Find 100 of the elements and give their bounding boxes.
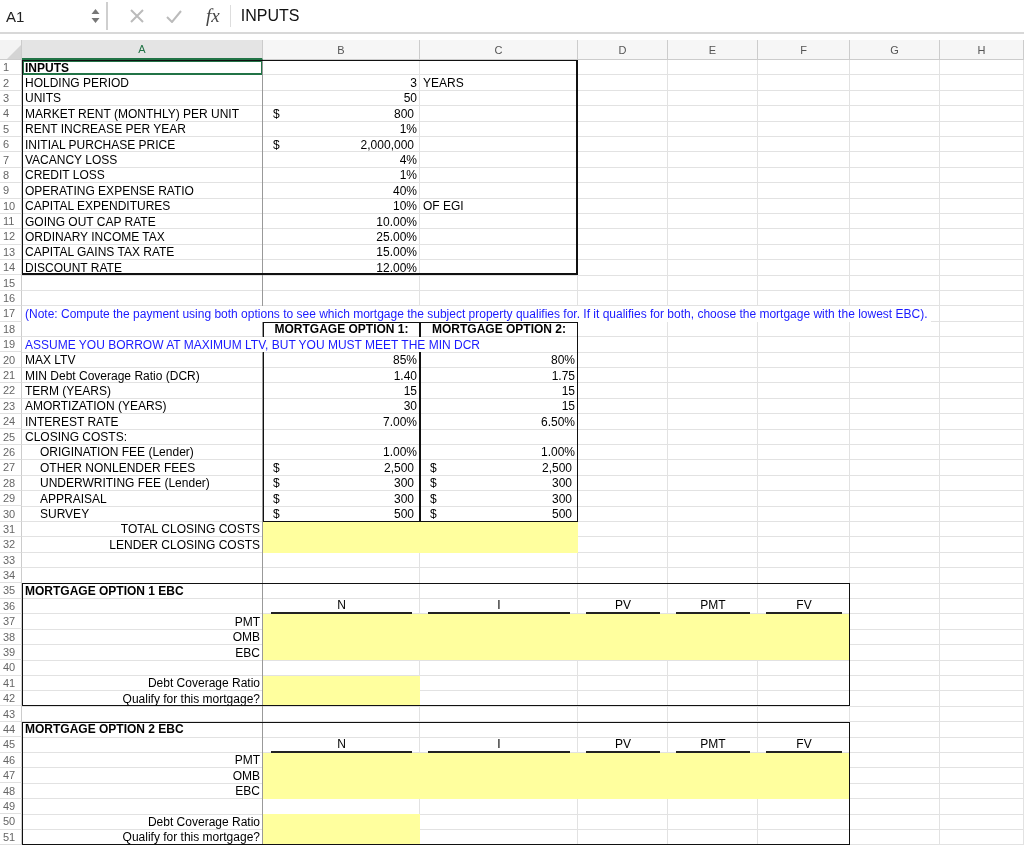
column-header[interactable]: H [940,40,1024,60]
row-number[interactable]: 27 [0,460,22,476]
cell-text: MIN Debt Coverage Ratio (DCR) [24,367,201,384]
currency-symbol: $ [430,508,437,520]
cell-text: CLOSING COSTS: [24,429,129,445]
cell-text: VACANCY LOSS [24,152,119,168]
row-number[interactable]: 15 [0,275,22,291]
note-text: (Note: Compute the payment using both options to see which mortgage the subject property qualifies for. If it qualifies for both, choose the mortgage with the lowest EBC). [22,306,931,322]
cell-value: 15 [560,398,576,414]
cell-text: OF EGI [422,198,465,214]
column-heading: N [271,737,412,753]
row-number[interactable]: 7 [0,152,22,168]
cell-text: MARKET RENT (MONTHLY) PER UNIT [24,106,240,122]
row-number[interactable]: 2 [0,75,22,91]
row-number[interactable]: 20 [0,352,22,368]
cell-value: 15 [402,383,418,399]
row-label: Debt Coverage Ratio [146,814,261,830]
note-text: ASSUME YOU BORROW AT MAXIMUM LTV, BUT YOU MUST MEET THE MIN DCR [22,337,483,353]
cell-value: 40% [391,183,418,199]
row-number[interactable]: 32 [0,537,22,553]
cell-text: UNITS [24,90,62,107]
column-header[interactable]: E [668,40,758,60]
column-heading: PV [586,737,660,753]
row-number[interactable]: 9 [0,183,22,199]
column-header[interactable]: F [758,40,850,60]
cell-text: INITIAL PURCHASE PRICE [24,136,177,153]
row-number[interactable]: 42 [0,691,22,707]
row-label: EBC [234,644,261,661]
formula-field[interactable]: INPUTS [240,7,300,25]
confirm-icon[interactable] [166,9,182,23]
column-header[interactable]: D [578,40,668,60]
column-heading: FV [766,598,842,615]
column-header[interactable]: A [22,40,263,60]
row-number[interactable]: 1 [0,60,22,76]
cell-text: UNDERWRITING FEE (Lender) [39,475,211,491]
currency-symbol: $ [430,461,437,474]
currency-symbol: $ [430,492,437,505]
row-label: OMB [231,767,261,784]
cell-value: 1.00% [381,444,418,461]
cell-text: CAPITAL GAINS TAX RATE [24,244,176,261]
row-number[interactable]: 37 [0,614,22,630]
row-number[interactable]: 50 [0,814,22,830]
row-number[interactable]: 35 [0,583,22,599]
cell-value: 7.00% [381,414,418,430]
column-header[interactable]: C [420,40,578,60]
currency-symbol: $ [273,461,280,474]
cell-text: YEARS [422,75,465,91]
currency-symbol: $ [430,477,437,490]
row-label: Qualify for this mortgage? [121,691,261,707]
cell-value: 300 [551,492,572,505]
column-heading: PMT [676,598,750,615]
row-label: OMB [231,629,261,645]
row-label: Debt Coverage Ratio [146,675,261,691]
currency-symbol: $ [273,492,280,505]
row-number[interactable]: 25 [0,429,22,445]
cell-value: 1% [398,121,418,137]
row-number[interactable]: 40 [0,660,22,676]
column-heading: I [428,598,570,615]
row-label: LENDER CLOSING COSTS [108,537,261,553]
cell-value: 85% [391,352,418,368]
cancel-icon[interactable] [130,9,144,23]
cell-text: CAPITAL EXPENDITURES [24,198,172,214]
cell-text: DISCOUNT RATE [24,260,123,276]
section-heading: INPUTS [22,60,263,76]
cell-value: 300 [393,492,414,505]
row-number[interactable]: 22 [0,383,22,399]
cell-value: 2,500 [541,461,572,474]
row-number[interactable]: 14 [0,260,22,276]
row-number[interactable]: 4 [0,106,22,122]
column-header[interactable]: G [850,40,940,60]
cell-value: 6.50% [539,414,576,430]
row-label: EBC [234,783,261,799]
stepper-icon[interactable] [91,8,100,24]
cell-value: 80% [549,352,576,368]
cell-text: TERM (YEARS) [24,383,112,399]
row-number[interactable]: 45 [0,737,22,753]
row-number[interactable]: 30 [0,506,22,522]
column-heading: PMT [676,737,750,753]
cell-text: CREDIT LOSS [24,167,106,184]
select-all-button[interactable] [0,40,22,60]
cell-text: INTEREST RATE [24,414,120,430]
cell-value: 1.75 [550,367,576,384]
row-label: TOTAL CLOSING COSTS [119,521,261,538]
row-number[interactable]: 43 [0,706,22,722]
function-button[interactable]: fx [206,5,231,27]
option-title: MORTGAGE OPTION 2: [431,321,567,338]
row-number[interactable]: 48 [0,783,22,799]
cell-value: 3 [409,75,418,91]
cell-text: ORIGINATION FEE (Lender) [39,444,195,461]
row-number[interactable]: 38 [0,629,22,645]
column-header[interactable]: B [263,40,420,60]
row-number[interactable]: 19 [0,337,22,353]
row-number[interactable]: 17 [0,306,22,322]
cell-value: 2,000,000 [360,138,414,151]
cell-value: 15.00% [375,244,418,261]
name-box[interactable]: A1 [0,2,108,30]
section-heading: MORTGAGE OPTION 1 EBC [24,583,185,599]
row-number[interactable]: 12 [0,229,22,245]
cell-value: 300 [393,477,414,490]
currency-symbol: $ [273,477,280,490]
